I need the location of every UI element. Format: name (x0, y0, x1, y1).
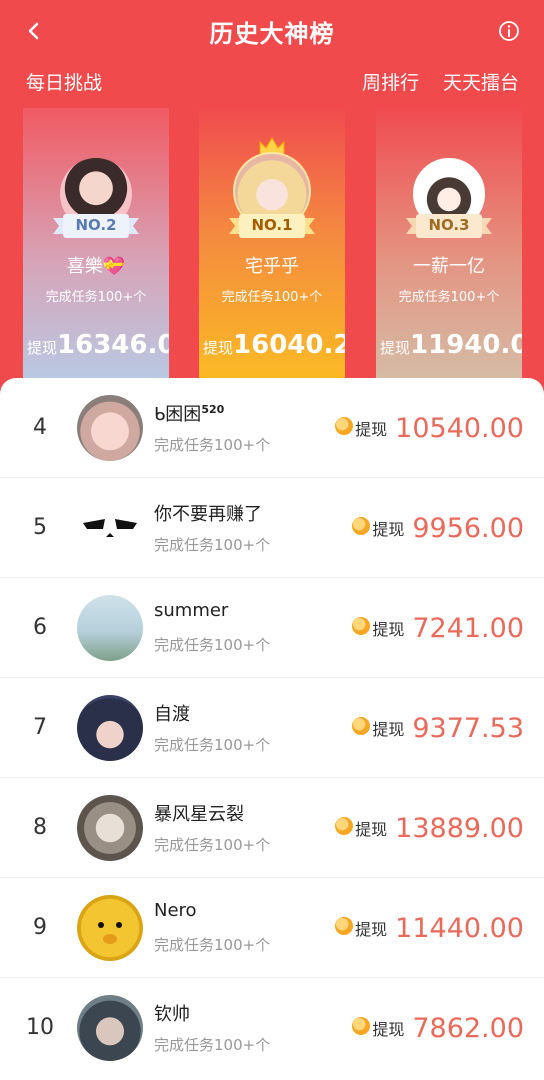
list-item[interactable]: 8 暴风星云裂 完成任务100+个 提现 13889.00 (0, 778, 544, 878)
info-icon[interactable] (498, 20, 520, 42)
podium-rank-3[interactable]: NO.3 一薪一亿 完成任务100+个 提现11940.0 (376, 108, 522, 388)
podium-task: 完成任务100+个 (398, 290, 500, 305)
tab-daily-challenge[interactable]: 每日挑战 (26, 68, 102, 95)
task-count: 完成任务100+个 (154, 836, 271, 854)
podium-task: 完成任务100+个 (221, 290, 323, 305)
task-count: 完成任务100+个 (154, 736, 271, 754)
rank-number: 8 (33, 815, 47, 840)
navbar: 历史大神榜 (0, 0, 544, 62)
podium-name: 一薪一亿 (413, 256, 485, 277)
cash-amount: 提现 7241.00 (352, 578, 524, 678)
user-name: 你不要再赚了 (154, 504, 262, 525)
sub-nav: 每日挑战 周排行 天天擂台 (0, 68, 544, 98)
podium-name: 喜樂💝 (66, 256, 126, 277)
cash-amount: 提现 9956.00 (352, 478, 524, 578)
coin-icon (352, 717, 371, 735)
page-title: 历史大神榜 (209, 20, 335, 48)
cash-amount: 提现 13889.00 (335, 778, 524, 878)
cash-amount: 提现 7862.00 (352, 978, 524, 1078)
rank-number: 6 (33, 615, 47, 640)
podium-rank-1[interactable]: NO.1 宅乎乎 完成任务100+个 提现16040.2 (199, 108, 345, 388)
tab-weekly-ranking[interactable]: 周排行 (362, 68, 419, 95)
podium-amount: 11940.0 (410, 330, 522, 360)
rank-badge: NO.1 (229, 212, 315, 240)
user-name: ᑲ困困520 (154, 403, 225, 425)
tab-daily-arena[interactable]: 天天擂台 (443, 68, 519, 95)
podium-amount: 16346.0 (57, 330, 169, 360)
list-item[interactable]: 7 自渡 完成任务100+个 提现 9377.53 (0, 678, 544, 778)
coin-icon (335, 917, 354, 935)
avatar (77, 495, 143, 561)
coin-icon (352, 517, 371, 535)
podium-cash: 提现11940.0 (380, 330, 522, 360)
avatar (77, 695, 143, 761)
task-count: 完成任务100+个 (154, 636, 271, 654)
rank-number: 5 (33, 515, 47, 540)
task-count: 完成任务100+个 (154, 1036, 271, 1054)
rank-badge: NO.2 (53, 212, 139, 240)
rank-number: 9 (33, 915, 47, 940)
cash-amount: 提现 11440.00 (335, 878, 524, 978)
cash-amount: 提现 10540.00 (335, 378, 524, 478)
user-name: Nero (154, 900, 197, 921)
user-name: 暴风星云裂 (154, 804, 244, 825)
coin-icon (352, 1017, 371, 1035)
podium-rank-2[interactable]: NO.2 喜樂💝 完成任务100+个 提现16346.0 (23, 108, 169, 388)
avatar (77, 595, 143, 661)
user-name: 钦帅 (154, 1004, 190, 1025)
list-item[interactable]: 6 summer 完成任务100+个 提现 7241.00 (0, 578, 544, 678)
avatar (77, 395, 143, 461)
podium-amount: 16040.2 (233, 330, 345, 360)
ranking-list: 4 ᑲ困困520 完成任务100+个 提现 10540.00 5 你不要再赚了 … (0, 378, 544, 1080)
list-item[interactable]: 4 ᑲ困困520 完成任务100+个 提现 10540.00 (0, 378, 544, 478)
coin-icon (352, 617, 371, 635)
user-name: 自渡 (154, 704, 190, 725)
coin-icon (335, 417, 354, 435)
user-name: summer (154, 600, 229, 621)
rank-number: 4 (33, 415, 47, 440)
coin-icon (335, 817, 354, 835)
rank-number: 10 (26, 1015, 54, 1040)
list-item[interactable]: 9 Nero 完成任务100+个 提现 11440.00 (0, 878, 544, 978)
podium-cash: 提现16346.0 (27, 330, 169, 360)
avatar (77, 995, 143, 1061)
task-count: 完成任务100+个 (154, 536, 271, 554)
podium-name: 宅乎乎 (245, 256, 299, 277)
list-item[interactable]: 10 钦帅 完成任务100+个 提现 7862.00 (0, 978, 544, 1078)
avatar (77, 795, 143, 861)
podium-task: 完成任务100+个 (45, 290, 147, 305)
podium-cash: 提现16040.2 (203, 330, 345, 360)
list-item[interactable]: 5 你不要再赚了 完成任务100+个 提现 9956.00 (0, 478, 544, 578)
task-count: 完成任务100+个 (154, 436, 271, 454)
cash-amount: 提现 9377.53 (352, 678, 524, 778)
rank-number: 7 (33, 715, 47, 740)
avatar (77, 895, 143, 961)
rank-badge: NO.3 (406, 212, 492, 240)
task-count: 完成任务100+个 (154, 936, 271, 954)
